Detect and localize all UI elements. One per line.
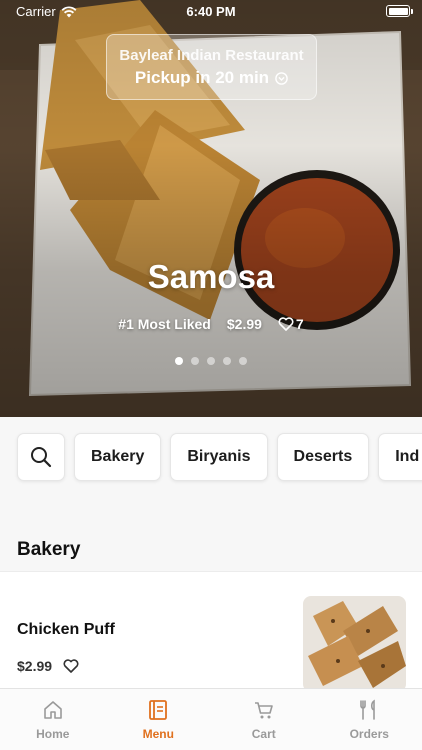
menu-item-photo [303, 596, 406, 692]
rank-label: #1 Most Liked [118, 316, 211, 332]
category-chip-biryanis[interactable]: Biryanis [170, 433, 268, 481]
section-header: Bakery [0, 511, 422, 570]
chevron-down-circle-icon [275, 71, 288, 85]
tab-orders[interactable]: Orders [317, 689, 422, 750]
carousel-page-indicator[interactable] [0, 357, 422, 365]
category-scroll[interactable]: Bakery Biryanis Deserts Ind [17, 433, 422, 481]
featured-dish-title: Samosa [147, 258, 275, 295]
search-icon [31, 447, 52, 468]
section-title: Bakery [17, 539, 81, 560]
orders-icon [358, 699, 380, 721]
category-chip-indian[interactable]: Ind [378, 433, 422, 481]
menu-item-row[interactable]: Chicken Puff $2.99 [0, 571, 422, 692]
menu-item-image[interactable] [303, 596, 406, 692]
page-dot[interactable] [191, 357, 199, 365]
search-button[interactable] [17, 433, 65, 481]
status-bar: Carrier 6:40 PM [0, 0, 422, 24]
likes-number: 7 [295, 316, 304, 332]
tab-label: Home [36, 727, 70, 741]
category-bar: Bakery Biryanis Deserts Ind [0, 417, 422, 511]
page-dot[interactable] [207, 357, 215, 365]
page-dot[interactable] [175, 357, 183, 365]
menu-icon [147, 699, 169, 721]
heart-icon[interactable] [63, 659, 79, 673]
page-dot[interactable] [239, 357, 247, 365]
category-chip-deserts[interactable]: Deserts [276, 433, 370, 481]
likes-count[interactable]: 7 [278, 316, 304, 332]
menu-item-price-row: $2.99 [17, 658, 79, 674]
pickup-time-row: Pickup in 20 min [107, 68, 316, 88]
tab-cart[interactable]: Cart [211, 689, 317, 750]
category-chip-bakery[interactable]: Bakery [74, 433, 162, 481]
status-time: 6:40 PM [186, 4, 236, 19]
tab-home[interactable]: Home [0, 689, 106, 750]
cart-icon [253, 699, 275, 721]
hero-banner[interactable]: Carrier 6:40 PM Bayleaf Indian Restauran… [0, 0, 422, 417]
featured-dish-meta: #1 Most Liked $2.99 7 [0, 316, 422, 332]
battery-icon [386, 5, 410, 17]
page-dot[interactable] [223, 357, 231, 365]
tab-bar: Home Menu Cart Orders [0, 688, 422, 750]
heart-icon [278, 317, 294, 331]
battery-tip [411, 9, 413, 14]
pickup-time-text: Pickup in 20 min [134, 68, 270, 87]
tab-menu[interactable]: Menu [106, 689, 212, 750]
menu-item-price: $2.99 [17, 658, 53, 674]
tab-label: Cart [251, 727, 276, 741]
featured-price: $2.99 [226, 316, 262, 332]
menu-item-name: Chicken Puff [17, 621, 115, 638]
tab-label: Orders [349, 727, 389, 741]
restaurant-selector[interactable]: Bayleaf Indian Restaurant Pickup in 20 m… [106, 34, 317, 100]
tab-label: Menu [142, 727, 174, 741]
home-icon [42, 699, 64, 721]
restaurant-name: Bayleaf Indian Restaurant [119, 47, 304, 64]
